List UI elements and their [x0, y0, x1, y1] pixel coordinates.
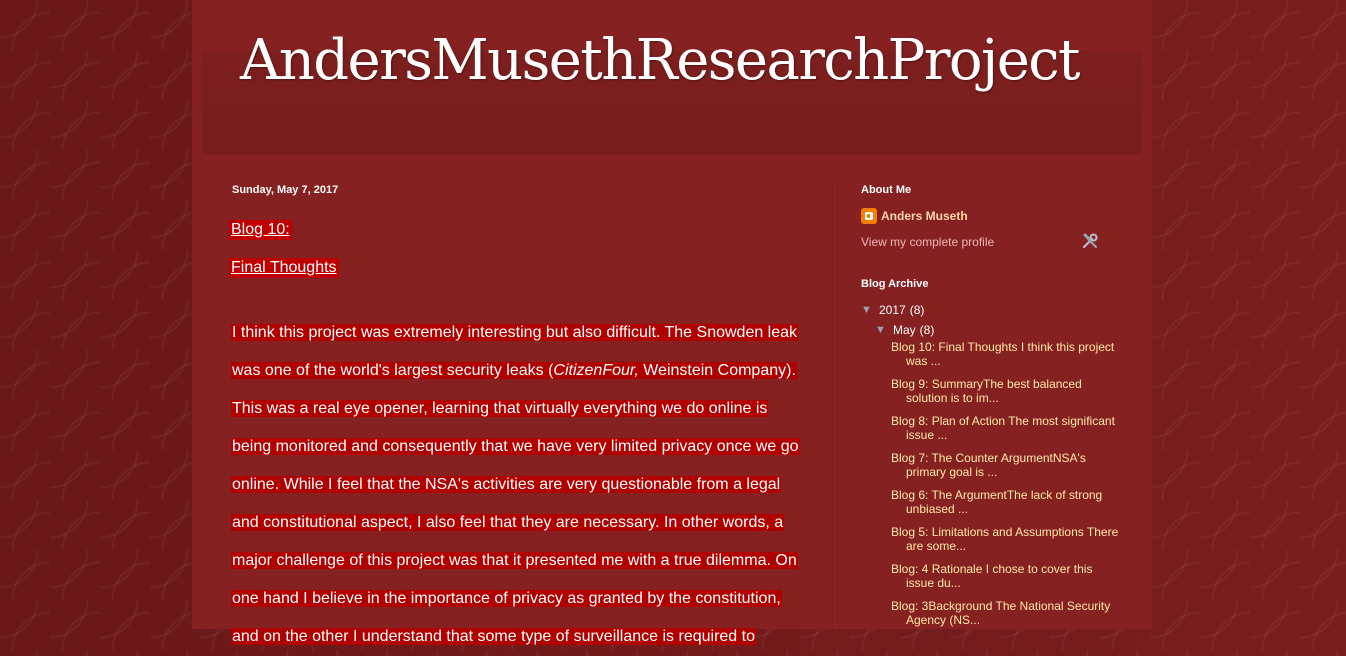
- profile-name-link[interactable]: Anders Museth: [881, 208, 968, 224]
- archive-year-link[interactable]: 2017: [879, 300, 906, 320]
- header: AndersMusethResearchProject: [202, 0, 1142, 154]
- blog-archive-title: Blog Archive: [861, 278, 929, 290]
- date-header: Sunday, May 7, 2017: [232, 184, 339, 196]
- archive-month-row: ▼ May (8): [861, 320, 1121, 340]
- collapse-triangle-icon[interactable]: ▼: [875, 320, 893, 340]
- column-divider: [833, 180, 835, 629]
- about-me-title: About Me: [861, 184, 912, 196]
- blogger-icon: [861, 208, 877, 224]
- post-line: major challenge of this project was that…: [231, 552, 798, 569]
- post-line: online. While I feel that the NSA's acti…: [231, 476, 782, 493]
- citation-title: CitizenFour,: [553, 362, 639, 379]
- archive-month-count: (8): [919, 323, 935, 337]
- post-title-line-2[interactable]: Final Thoughts: [229, 258, 339, 278]
- post-line: I think this project was extremely inter…: [231, 324, 799, 341]
- sidebar: About Me Anders Museth View my complete …: [861, 180, 1121, 636]
- archive-post-link[interactable]: Blog 10: Final Thoughts I think this pro…: [891, 340, 1121, 368]
- blog-title[interactable]: AndersMusethResearchProject: [240, 28, 1081, 93]
- wrench-screwdriver-icon[interactable]: [1081, 232, 1099, 250]
- archive-post-link[interactable]: Blog 6: The ArgumentThe lack of strong u…: [891, 488, 1121, 516]
- collapse-triangle-icon[interactable]: ▼: [861, 300, 879, 320]
- post-line: being monitored and consequently that we…: [231, 438, 800, 455]
- post-line: and constitutional aspect, I also feel t…: [231, 514, 785, 531]
- post-line: was one of the world's largest security …: [231, 362, 797, 379]
- archive-post-link[interactable]: Blog 7: The Counter ArgumentNSA's primar…: [891, 451, 1121, 479]
- archive-month-link[interactable]: May: [893, 320, 916, 340]
- post-line: and on the other I understand that some …: [231, 628, 756, 645]
- archive-post-link[interactable]: Blog: 4 Rationale I chose to cover this …: [891, 562, 1121, 590]
- archive-post-link[interactable]: Blog 8: Plan of Action The most signific…: [891, 414, 1121, 442]
- post-title-line-1[interactable]: Blog 10:: [229, 220, 292, 240]
- profile-row: Anders Museth: [861, 208, 1121, 224]
- archive-posts-list: Blog 10: Final Thoughts I think this pro…: [861, 340, 1121, 627]
- archive-post-link[interactable]: Blog 9: SummaryThe best balanced solutio…: [891, 377, 1121, 405]
- post-line: This was a real eye opener, learning tha…: [231, 400, 769, 417]
- post-line: one hand I believe in the importance of …: [231, 590, 782, 607]
- archive-post-link[interactable]: Blog: 3Background The National Security …: [891, 599, 1121, 627]
- archive-year-row: ▼ 2017 (8): [861, 300, 1121, 320]
- post-body: I think this project was extremely inter…: [231, 314, 821, 656]
- archive-post-link[interactable]: Blog 5: Limitations and Assumptions Ther…: [891, 525, 1121, 553]
- archive-tree: ▼ 2017 (8) ▼ May (8) Blog 10: Final Thou…: [861, 300, 1121, 627]
- archive-year-count: (8): [909, 303, 925, 317]
